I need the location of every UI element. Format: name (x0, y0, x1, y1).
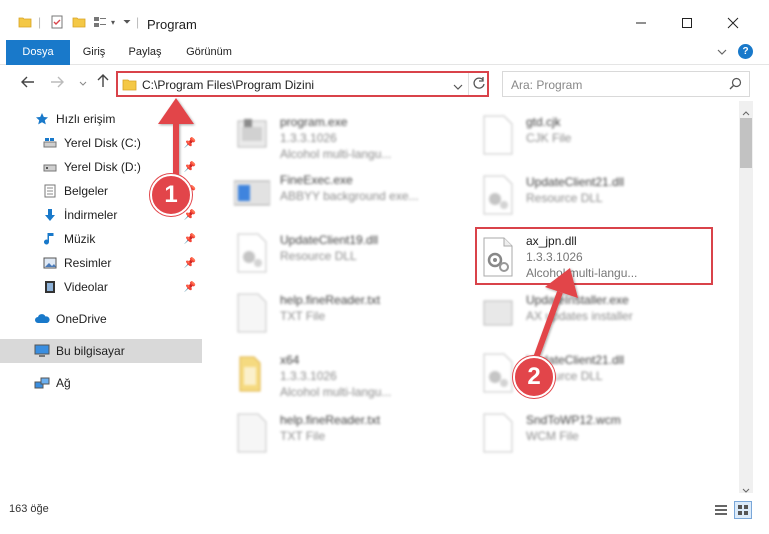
arrow-2-shaft (533, 290, 563, 360)
callout-badge-1: 1 (150, 174, 192, 216)
arrow-1-head (158, 98, 194, 124)
callout-badge-2: 2 (513, 356, 555, 398)
annotation-arrows (158, 98, 578, 360)
